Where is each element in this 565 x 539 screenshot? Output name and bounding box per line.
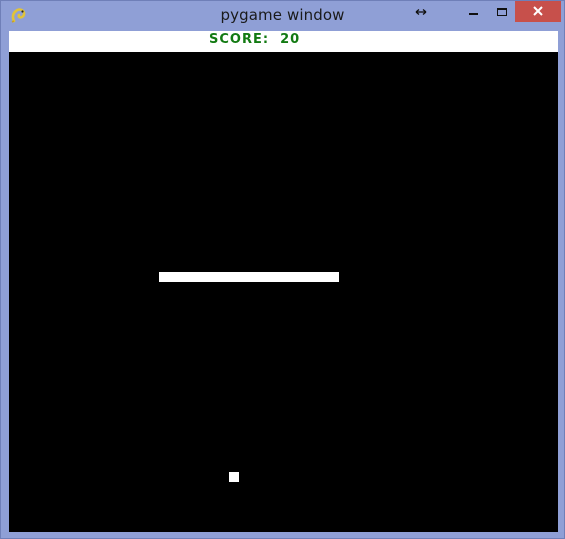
minimize-icon bbox=[469, 13, 478, 15]
ball bbox=[229, 472, 239, 482]
close-icon bbox=[533, 6, 543, 16]
close-button[interactable] bbox=[515, 1, 561, 22]
score-value: 20 bbox=[280, 32, 301, 47]
score-display: SCORE: 20 bbox=[209, 32, 300, 47]
score-bar: SCORE: 20 bbox=[9, 31, 558, 52]
minimize-button[interactable] bbox=[459, 1, 488, 22]
maximize-button[interactable] bbox=[488, 1, 515, 22]
pygame-window: pygame window SCORE: 20 bbox=[0, 0, 565, 539]
score-label: SCORE: bbox=[209, 32, 270, 47]
paddle bbox=[159, 272, 339, 282]
horizontal-resize-arrow-icon bbox=[413, 3, 429, 19]
game-canvas[interactable]: SCORE: 20 bbox=[9, 31, 558, 532]
title-bar[interactable]: pygame window bbox=[1, 1, 564, 31]
